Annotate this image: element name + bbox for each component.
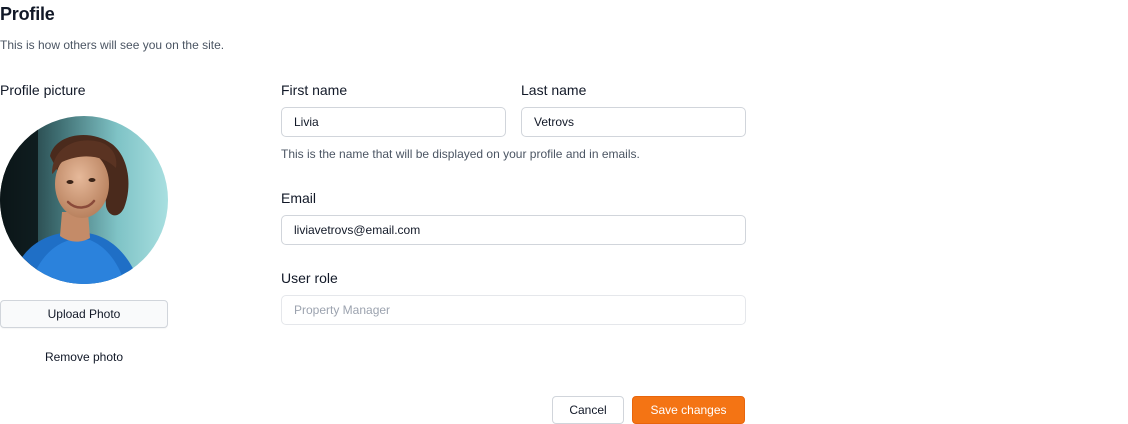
page-title: Profile [0,4,55,24]
cancel-button[interactable]: Cancel [552,396,624,424]
last-name-label: Last name [521,82,587,98]
profile-page: Profile This is how others will see you … [0,0,1128,424]
profile-picture-label: Profile picture [0,82,86,98]
first-name-input[interactable]: Livia [281,107,506,137]
first-name-label: First name [281,82,348,98]
user-role-input[interactable]: Property Manager [281,295,746,325]
email-value: liviavetrovs@email.com [294,223,421,237]
name-helper-text: This is the name that will be displayed … [281,147,640,161]
user-role-label: User role [281,270,338,286]
save-changes-button[interactable]: Save changes [632,396,745,424]
last-name-value: Vetrovs [534,115,575,129]
page-subtitle: This is how others will see you on the s… [0,38,225,52]
email-input[interactable]: liviavetrovs@email.com [281,215,746,245]
avatar [0,116,168,284]
upload-photo-button[interactable]: Upload Photo [0,300,168,328]
remove-photo-link[interactable]: Remove photo [0,350,168,364]
email-label: Email [281,190,317,206]
last-name-input[interactable]: Vetrovs [521,107,746,137]
first-name-value: Livia [294,115,319,129]
user-role-placeholder: Property Manager [294,303,391,317]
